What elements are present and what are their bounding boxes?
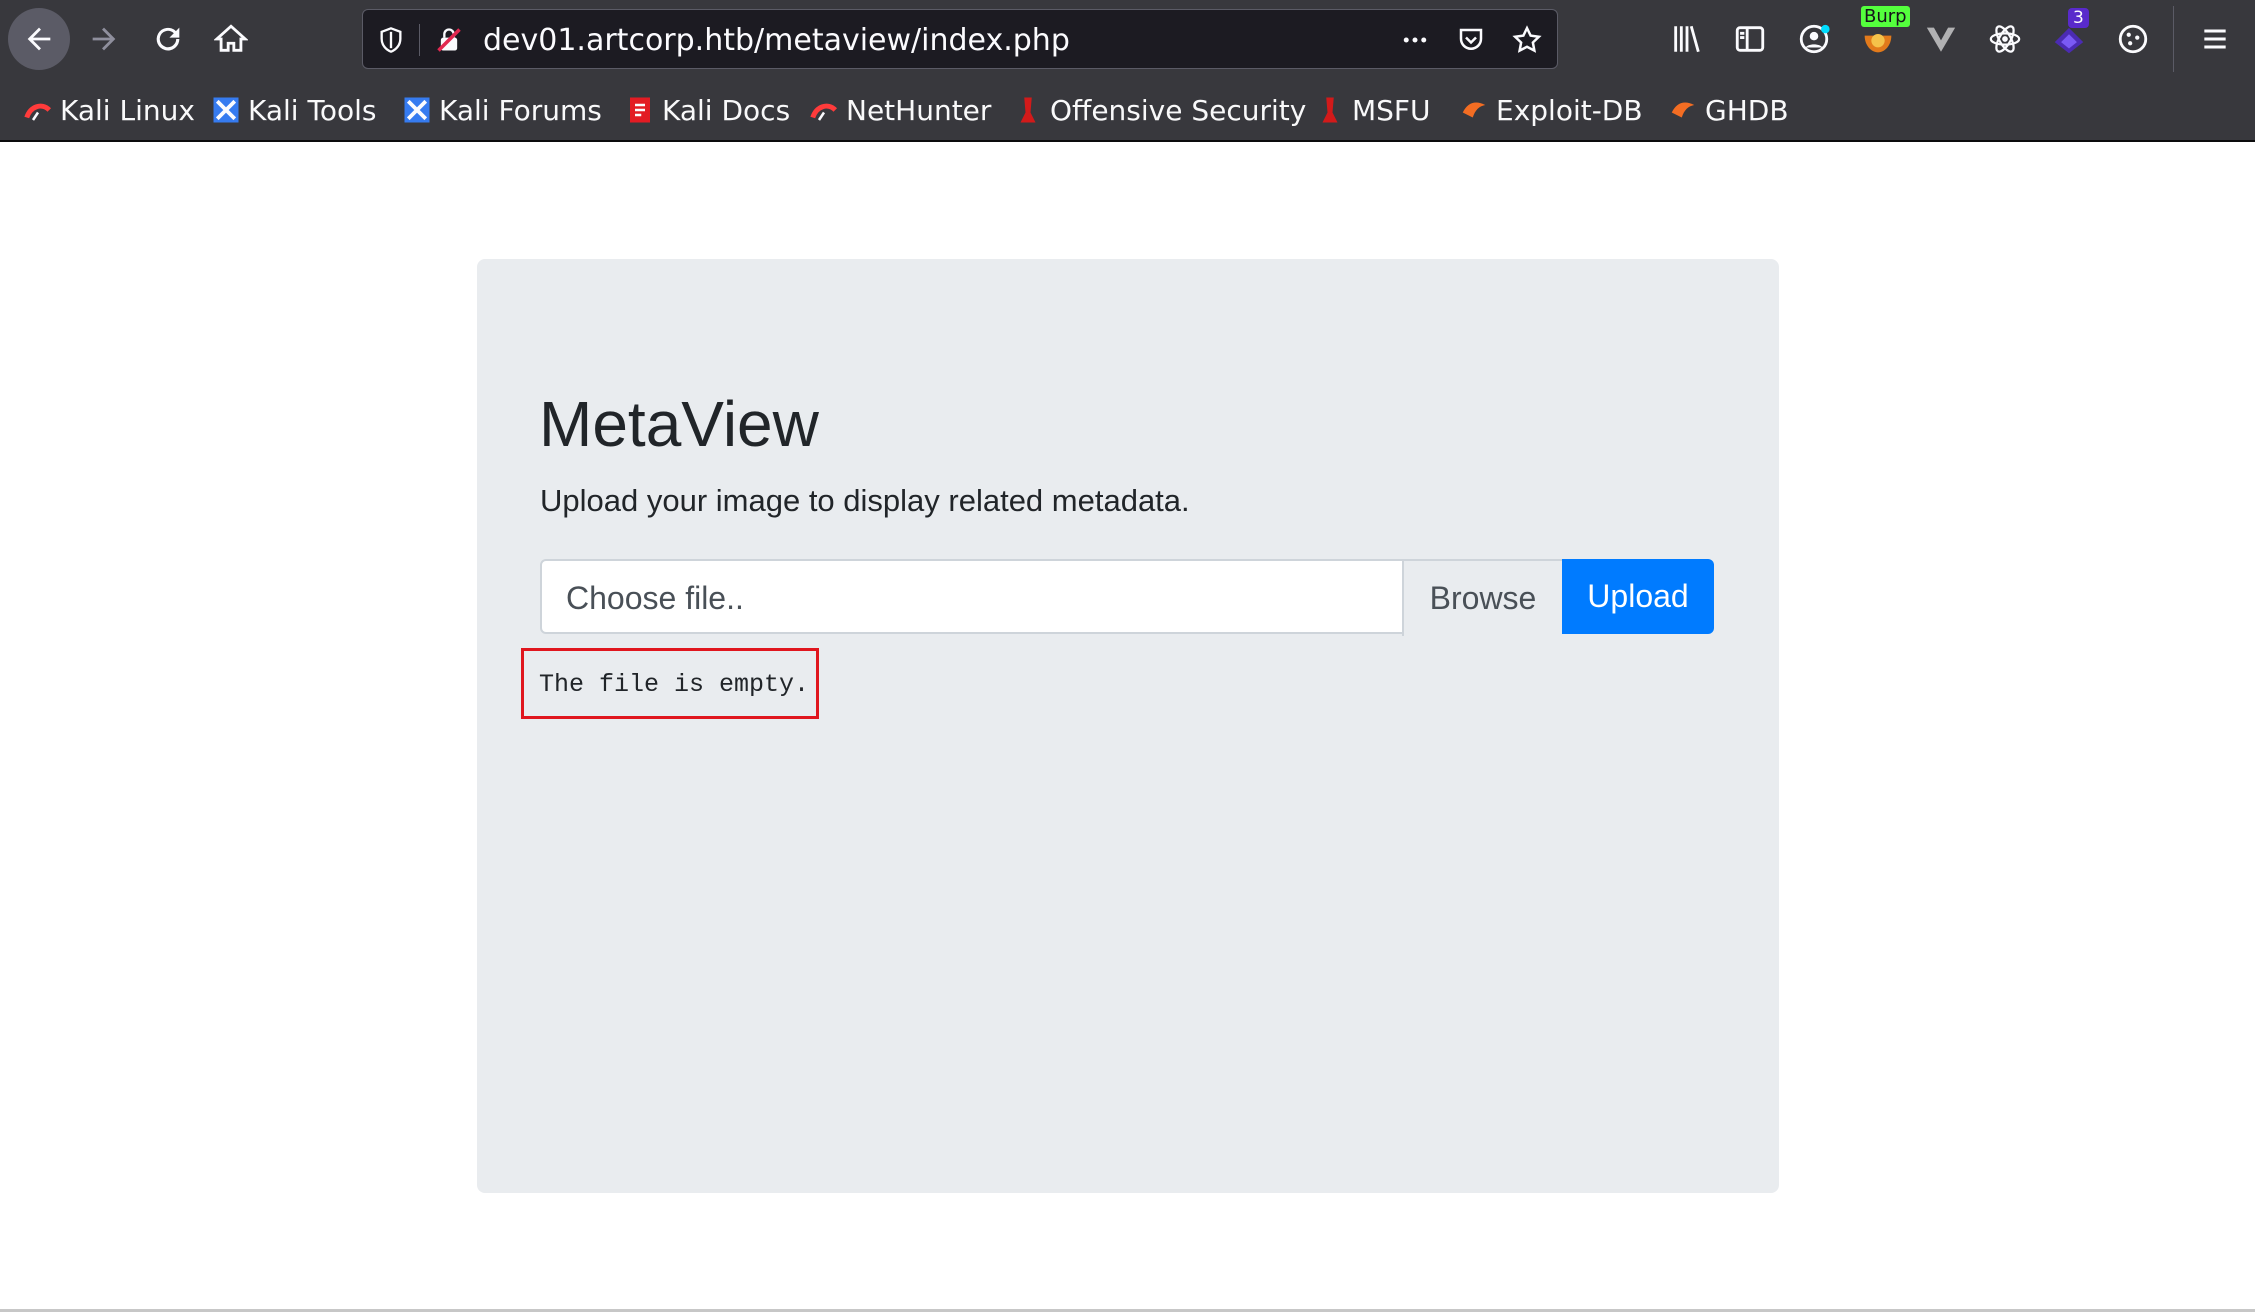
foxyproxy-icon[interactable]: Burp <box>1855 6 1910 62</box>
back-button[interactable] <box>8 8 70 70</box>
bookmark-label: NetHunter <box>846 93 992 127</box>
bookmark-label: Kali Docs <box>662 93 791 127</box>
kali-icon <box>22 94 54 126</box>
url-bar[interactable]: dev01.artcorp.htb/metaview/index.php <box>362 9 1558 69</box>
extension-icon[interactable]: 3 <box>2046 8 2092 62</box>
star-icon[interactable] <box>1509 22 1545 58</box>
bookmark-label: Kali Tools <box>248 93 377 127</box>
url-divider <box>419 24 420 56</box>
nethunter-icon <box>808 94 840 126</box>
bookmark-kali-docs[interactable]: Kali Docs <box>624 90 790 130</box>
account-icon[interactable] <box>1791 16 1837 62</box>
vue-devtools-icon[interactable] <box>1918 16 1964 62</box>
arrow-right-icon <box>92 27 116 51</box>
more-actions-icon[interactable] <box>1397 22 1433 58</box>
bookmark-msfu[interactable]: MSFU <box>1314 90 1431 130</box>
bookmark-label: Offensive Security <box>1050 93 1307 127</box>
pocket-icon[interactable] <box>1453 22 1489 58</box>
home-button[interactable] <box>200 8 262 70</box>
bookmarks-bar: Kali Linux Kali Tools Kali Forums Kali D… <box>0 84 2255 136</box>
arrow-left-icon <box>27 27 51 51</box>
forward-button[interactable] <box>73 8 135 70</box>
library-icon[interactable] <box>1664 16 1710 62</box>
file-placeholder: Choose file.. <box>566 580 744 616</box>
burp-badge: Burp <box>1861 6 1910 27</box>
error-message: The file is empty. <box>539 670 810 699</box>
exploitdb-icon <box>1458 94 1490 126</box>
page-title: MetaView <box>539 388 819 460</box>
bookmark-label: GHDB <box>1705 93 1789 127</box>
bookmark-offensive-security[interactable]: Offensive Security <box>1012 90 1306 130</box>
kali-docs-icon <box>624 94 656 126</box>
upload-button[interactable]: Upload <box>1562 559 1714 634</box>
msfu-icon <box>1314 94 1346 126</box>
toolbar-separator <box>2173 6 2174 72</box>
kali-forums-icon <box>401 94 433 126</box>
browse-button[interactable]: Browse <box>1402 561 1562 636</box>
bookmark-kali-tools[interactable]: Kali Tools <box>210 90 376 130</box>
home-icon <box>214 24 248 52</box>
cookie-icon[interactable] <box>2110 16 2156 62</box>
react-devtools-icon[interactable] <box>1982 16 2028 62</box>
page-lead: Upload your image to display related met… <box>540 483 1190 518</box>
bookmark-label: Kali Linux <box>60 93 195 127</box>
browser-chrome: dev01.artcorp.htb/metaview/index.php Bur… <box>0 0 2255 142</box>
metaview-panel: MetaView Upload your image to display re… <box>477 259 1779 1193</box>
bookmark-ghdb[interactable]: GHDB <box>1667 90 1789 130</box>
url-text[interactable]: dev01.artcorp.htb/metaview/index.php <box>483 23 1070 58</box>
bookmark-label: MSFU <box>1352 93 1431 127</box>
reload-icon <box>156 27 180 51</box>
insecure-lock-icon[interactable] <box>431 22 467 58</box>
bookmark-label: Kali Forums <box>439 93 602 127</box>
bookmark-label: Exploit-DB <box>1496 93 1643 127</box>
navigation-toolbar: dev01.artcorp.htb/metaview/index.php Bur… <box>0 0 2255 78</box>
error-highlight-box: The file is empty. <box>521 648 819 719</box>
bookmark-kali-linux[interactable]: Kali Linux <box>22 90 195 130</box>
shield-icon[interactable] <box>373 22 409 58</box>
kali-tools-icon <box>210 94 242 126</box>
extension-count-badge: 3 <box>2068 8 2089 28</box>
ghdb-icon <box>1667 94 1699 126</box>
offsec-icon <box>1012 94 1044 126</box>
upload-form: Choose file.. Browse Upload <box>540 559 1714 636</box>
bookmark-exploit-db[interactable]: Exploit-DB <box>1458 90 1643 130</box>
file-input[interactable]: Choose file.. Browse <box>540 559 1562 636</box>
sidebar-icon[interactable] <box>1727 16 1773 62</box>
reload-button[interactable] <box>137 8 199 70</box>
bookmark-kali-forums[interactable]: Kali Forums <box>401 90 602 130</box>
bookmark-nethunter[interactable]: NetHunter <box>808 90 991 130</box>
hamburger-menu-icon[interactable] <box>2192 16 2238 62</box>
